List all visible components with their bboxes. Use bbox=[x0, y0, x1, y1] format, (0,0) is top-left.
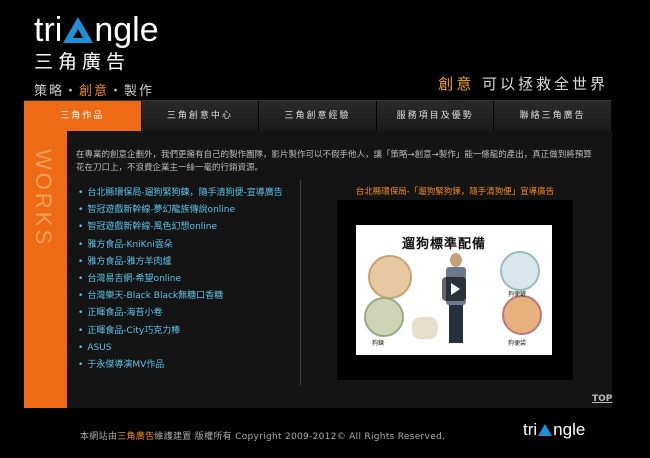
label-bag: 狗便袋 bbox=[508, 340, 527, 347]
footer-logo-part2: ngle bbox=[553, 420, 586, 439]
nav-item-services[interactable]: 服務項目及優勢 bbox=[376, 101, 495, 131]
back-to-top-link[interactable]: TOP bbox=[592, 394, 612, 404]
bullet-icon: • bbox=[78, 308, 84, 319]
list-item[interactable]: • 正暉食品-City巧克力棒 bbox=[78, 323, 283, 340]
slogan-text: 可以拯救全世界 bbox=[474, 75, 608, 93]
video-thumbnail[interactable]: 遛狗標準配備 狗鍊 狗便鏟 狗便袋 bbox=[356, 225, 552, 355]
logo-chinese-name: 三角廣告 bbox=[34, 51, 131, 73]
column-divider bbox=[300, 180, 301, 385]
footer-company: 三角廣告 bbox=[117, 432, 155, 442]
site-logo[interactable]: tri ngle 三角廣告 策略・創意・製作 bbox=[34, 10, 159, 99]
footer-suffix: 維護建置 版權所有 Copyright 2009-2012© All Right… bbox=[154, 432, 446, 442]
bullet-icon: • bbox=[78, 274, 84, 285]
logo-word-part1: tri bbox=[34, 11, 63, 49]
play-icon[interactable] bbox=[442, 277, 466, 301]
dog-figure bbox=[412, 317, 438, 339]
video-player[interactable]: 遛狗標準配備 狗鍊 狗便鏟 狗便袋 bbox=[337, 200, 573, 380]
label-leash: 狗鍊 bbox=[372, 340, 385, 347]
work-link[interactable]: 台北縣環保局-遛狗緊狗鍊，隨手清狗便-宣導廣告 bbox=[87, 188, 283, 198]
work-link[interactable]: 智冠遊戲新幹線-夢幻龍族傳說online bbox=[87, 205, 235, 215]
bullet-icon: • bbox=[78, 222, 84, 233]
tagline-strategy: 策略・ bbox=[34, 84, 80, 99]
slogan-highlight: 創意 bbox=[438, 75, 475, 93]
work-link[interactable]: 正暉食品-海苔小卷 bbox=[87, 308, 162, 318]
work-link[interactable]: ASUS bbox=[87, 343, 111, 353]
work-link[interactable]: 雅方食品-雅方羊肉爐 bbox=[87, 257, 171, 267]
work-link[interactable]: 智冠遊戲新幹線-風色幻想online bbox=[87, 222, 217, 232]
logo-wordmark: tri ngle bbox=[34, 10, 159, 50]
triangle-icon bbox=[63, 17, 94, 43]
bullet-icon: • bbox=[78, 342, 84, 353]
bullet-icon: • bbox=[78, 205, 84, 216]
tagline-creative: 創意 bbox=[79, 84, 110, 99]
work-link[interactable]: 正暉食品-City巧克力棒 bbox=[87, 326, 180, 336]
logo-word-part2: ngle bbox=[94, 11, 159, 49]
work-link[interactable]: 台灣樂天-Black Black無糖口香糖 bbox=[87, 291, 223, 301]
main-nav: 三角作品 三角創意中心 三角創意經驗 服務項目及優勢 聯絡三角廣告 bbox=[24, 100, 612, 131]
work-link[interactable]: 雅方食品-KniKni雲朵 bbox=[87, 240, 172, 250]
work-link[interactable]: 于永傑導演MV作品 bbox=[87, 360, 164, 370]
list-item[interactable]: • 台北縣環保局-遛狗緊狗鍊，隨手清狗便-宣導廣告 bbox=[78, 185, 283, 202]
list-item[interactable]: • 台灣易吉網-希望online bbox=[78, 271, 283, 288]
list-item[interactable]: • 台灣樂天-Black Black無糖口香糖 bbox=[78, 288, 283, 305]
footer-copyright: 本網站由三角廣告維護建置 版權所有 Copyright 2009-2012© A… bbox=[80, 429, 445, 442]
bullet-icon: • bbox=[78, 256, 84, 267]
leash-illustration bbox=[368, 255, 412, 299]
footer-logo-part1: tri bbox=[523, 420, 538, 439]
bullet-icon: • bbox=[78, 360, 84, 371]
work-link[interactable]: 台灣易吉網-希望online bbox=[87, 274, 181, 284]
nav-item-experience[interactable]: 三角創意經驗 bbox=[259, 101, 377, 131]
nav-item-works[interactable]: 三角作品 bbox=[24, 101, 142, 131]
tagline-production: ・製作 bbox=[109, 84, 155, 99]
works-list: • 台北縣環保局-遛狗緊狗鍊，隨手清狗便-宣導廣告 • 智冠遊戲新幹線-夢幻龍族傳說… bbox=[78, 185, 283, 374]
logo-tagline: 策略・創意・製作 bbox=[34, 80, 159, 99]
video-frame-title: 遛狗標準配備 bbox=[402, 237, 487, 252]
list-item[interactable]: • 正暉食品-海苔小卷 bbox=[78, 305, 283, 322]
bag-illustration bbox=[502, 295, 542, 335]
footer-logo: tri ngle bbox=[523, 420, 585, 440]
label-shovel: 狗便鏟 bbox=[508, 291, 527, 298]
intro-paragraph: 在專業的創意企劃外，我們更擁有自己的製作團隊，影片製作可以不假手他人，讓「策略→… bbox=[76, 150, 592, 173]
header-slogan: 創意 可以拯救全世界 bbox=[438, 73, 608, 94]
video-title: 台北縣環保局-「遛狗緊狗鍊，隨手清狗便」宣導廣告 bbox=[355, 187, 555, 197]
bullet-icon: • bbox=[78, 239, 84, 250]
list-item[interactable]: • 雅方食品-雅方羊肉爐 bbox=[78, 254, 283, 271]
list-item[interactable]: • 于永傑導演MV作品 bbox=[78, 357, 283, 374]
phone-illustration bbox=[500, 251, 540, 291]
footer-prefix: 本網站由 bbox=[80, 432, 118, 442]
section-sidebar: WORKS bbox=[24, 131, 67, 408]
dog-leash-illustration bbox=[364, 297, 404, 337]
bullet-icon: • bbox=[78, 188, 84, 198]
bullet-icon: • bbox=[78, 291, 84, 302]
list-item[interactable]: • ASUS bbox=[78, 340, 283, 357]
bullet-icon: • bbox=[78, 325, 84, 336]
list-item[interactable]: • 智冠遊戲新幹線-夢幻龍族傳說online bbox=[78, 202, 283, 219]
person-legs bbox=[449, 305, 463, 343]
person-head bbox=[450, 253, 462, 267]
list-item[interactable]: • 智冠遊戲新幹線-風色幻想online bbox=[78, 219, 283, 236]
nav-item-creative-center[interactable]: 三角創意中心 bbox=[141, 101, 260, 131]
nav-item-contact[interactable]: 聯絡三角廣告 bbox=[494, 101, 612, 131]
triangle-icon bbox=[538, 424, 553, 436]
section-sidebar-label: WORKS bbox=[31, 149, 56, 248]
list-item[interactable]: • 雅方食品-KniKni雲朵 bbox=[78, 237, 283, 254]
